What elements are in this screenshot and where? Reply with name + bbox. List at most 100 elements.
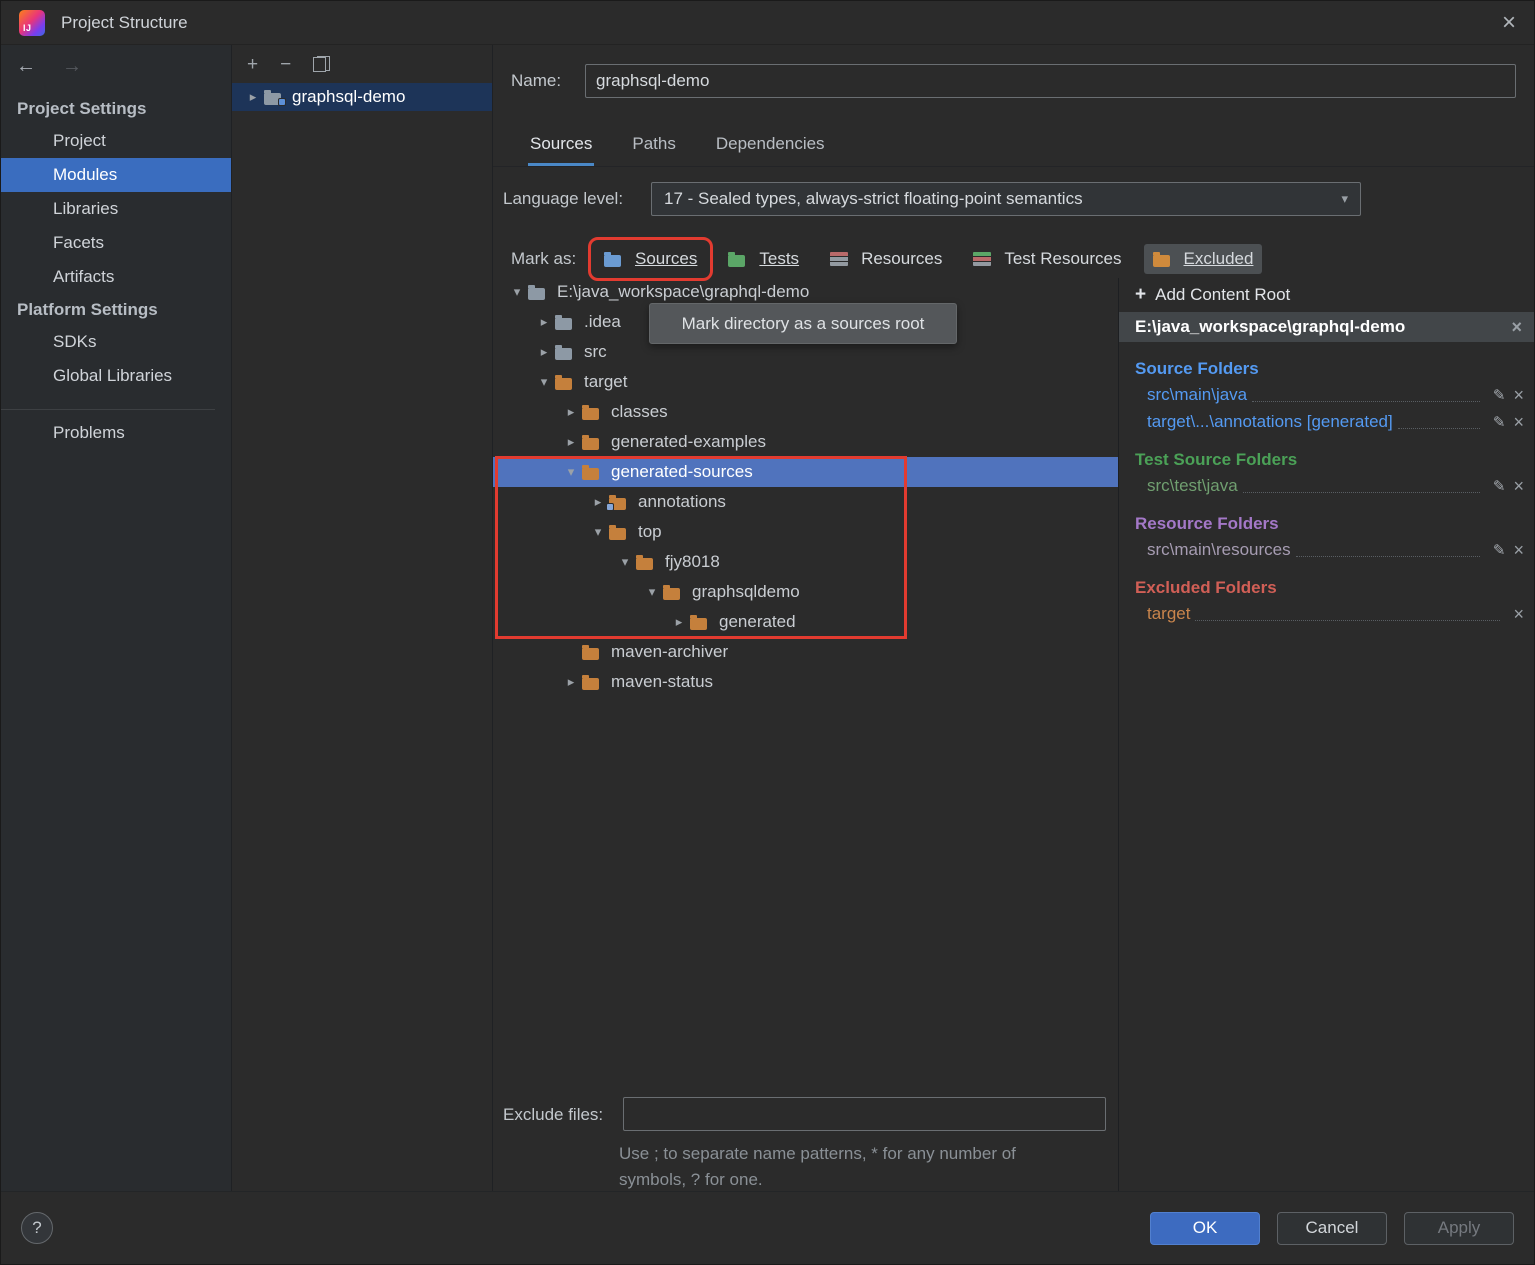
help-label: ? — [32, 1218, 41, 1238]
module-name-row: Name: — [511, 63, 1516, 99]
mark-as-button-label: Resources — [861, 249, 942, 269]
folder-item-target-annotations-generated[interactable]: target\...\annotations [generated]✎× — [1135, 408, 1524, 435]
chevron-right-icon[interactable]: ▸ — [560, 674, 582, 690]
sidebar-item-artifacts[interactable]: Artifacts — [1, 260, 231, 294]
tree-node-generated-examples[interactable]: ▸generated-examples — [493, 427, 1118, 457]
tree-node-maven-archiver[interactable]: maven-archiver — [493, 637, 1118, 667]
mark-as-test-resources-button[interactable]: Test Resources — [964, 244, 1130, 274]
chevron-down-icon[interactable]: ▾ — [533, 374, 555, 390]
tree-node-label: generated-sources — [611, 462, 753, 482]
module-list-item[interactable]: ▸graphsql-demo — [232, 83, 492, 111]
tooltip: Mark directory as a sources root — [649, 303, 957, 344]
sidebar-divider — [1, 409, 215, 410]
add-icon[interactable]: + — [247, 55, 258, 74]
mark-as-button-label: Test Resources — [1004, 249, 1121, 269]
tree-node-fjy8018[interactable]: ▾ fjy8018 — [493, 547, 1118, 577]
dotted-leader — [1195, 620, 1500, 621]
tree-node-annotations[interactable]: ▸annotations — [493, 487, 1118, 517]
help-button[interactable]: ? — [21, 1212, 53, 1244]
chevron-down-icon[interactable]: ▾ — [506, 284, 528, 300]
edit-pencil-icon[interactable]: ✎ — [1493, 386, 1506, 404]
tree-node-label: graphsqldemo — [692, 582, 800, 602]
chevron-down-icon[interactable]: ▾ — [641, 584, 663, 600]
mark-as-sources-button[interactable]: Sources — [595, 244, 706, 274]
folder-normal-icon — [555, 313, 579, 331]
logo-text: IJ — [23, 23, 32, 33]
tree-node-label: annotations — [638, 492, 726, 512]
language-level-select[interactable]: 17 - Sealed types, always-strict floatin… — [651, 182, 1361, 216]
tree-node-generated[interactable]: ▸generated — [493, 607, 1118, 637]
chevron-right-icon[interactable]: ▸ — [242, 89, 264, 105]
remove-folder-icon[interactable]: × — [1513, 541, 1524, 559]
sidebar-item-modules[interactable]: Modules — [1, 158, 231, 192]
dotted-leader — [1398, 428, 1480, 429]
project-structure-dialog: IJ Project Structure × ← → Project Setti… — [0, 0, 1535, 1265]
add-content-root-button[interactable]: + Add Content Root — [1119, 278, 1534, 312]
chevron-down-icon[interactable]: ▾ — [560, 464, 582, 480]
tree-node-top[interactable]: ▾ top — [493, 517, 1118, 547]
mark-as-excluded-button[interactable]: Excluded — [1144, 244, 1263, 274]
sidebar-header-project-settings: Project Settings — [1, 93, 231, 124]
back-arrow-icon[interactable]: ← — [16, 55, 36, 78]
folder-item-label: src\test\java — [1147, 476, 1238, 496]
remove-folder-icon[interactable]: × — [1513, 477, 1524, 495]
remove-folder-icon[interactable]: × — [1513, 386, 1524, 404]
tab-paths[interactable]: Paths — [630, 125, 677, 166]
remove-folder-icon[interactable]: × — [1513, 605, 1524, 623]
folder-annotations-icon — [609, 493, 633, 511]
tree-node-maven-status[interactable]: ▸ maven-status — [493, 667, 1118, 697]
edit-pencil-icon[interactable]: ✎ — [1493, 541, 1506, 559]
edit-pencil-icon[interactable]: ✎ — [1493, 413, 1506, 431]
apply-button[interactable]: Apply — [1404, 1212, 1514, 1245]
intellij-logo-icon: IJ — [19, 10, 45, 36]
edit-pencil-icon[interactable]: ✎ — [1493, 477, 1506, 495]
tree-node-label: top — [638, 522, 662, 542]
cancel-button[interactable]: Cancel — [1277, 1212, 1387, 1245]
dotted-leader — [1243, 492, 1480, 493]
module-list-panel: + − ▸graphsql-demo — [231, 45, 493, 1191]
chevron-right-icon[interactable]: ▸ — [533, 344, 555, 360]
exclude-files-input[interactable] — [623, 1097, 1106, 1131]
remove-content-root-icon[interactable]: × — [1511, 318, 1522, 336]
mark-as-button-label: Excluded — [1184, 249, 1254, 269]
chevron-right-icon[interactable]: ▸ — [668, 614, 690, 630]
chevron-down-icon[interactable]: ▾ — [587, 524, 609, 540]
module-name-input[interactable] — [585, 64, 1516, 98]
tree-node-graphsqldemo[interactable]: ▾ graphsqldemo — [493, 577, 1118, 607]
sidebar-item-libraries[interactable]: Libraries — [1, 192, 231, 226]
sidebar-item-facets[interactable]: Facets — [1, 226, 231, 260]
content-root-row[interactable]: E:\java_workspace\graphql-demo × — [1119, 312, 1534, 342]
ok-button[interactable]: OK — [1150, 1212, 1260, 1245]
close-icon[interactable]: × — [1502, 11, 1516, 35]
dialog-footer: ? OK Cancel Apply — [1, 1191, 1534, 1264]
sidebar-item-problems[interactable]: Problems — [1, 416, 231, 450]
copy-icon[interactable] — [313, 56, 330, 72]
tree-node-label: maven-status — [611, 672, 713, 692]
tree-node-generated-sources[interactable]: ▾ generated-sources — [493, 457, 1118, 487]
folder-item-src-main-resources[interactable]: src\main\resources✎× — [1135, 536, 1524, 563]
folder-item-label: src\main\java — [1147, 385, 1247, 405]
remove-folder-icon[interactable]: × — [1513, 413, 1524, 431]
tree-node-classes[interactable]: ▸classes — [493, 397, 1118, 427]
tree-node-target[interactable]: ▾target — [493, 367, 1118, 397]
chevron-down-icon[interactable]: ▾ — [614, 554, 636, 570]
tab-sources[interactable]: Sources — [528, 125, 594, 166]
content-roots-panel: + Add Content Root E:\java_workspace\gra… — [1118, 278, 1534, 1191]
remove-icon[interactable]: − — [280, 55, 291, 74]
add-content-root-label: Add Content Root — [1155, 285, 1290, 305]
sidebar-sections: Project SettingsProjectModulesLibrariesF… — [1, 87, 231, 450]
mark-as-resources-button[interactable]: Resources — [821, 244, 951, 274]
mark-as-tests-button[interactable]: Tests — [719, 244, 808, 274]
tree-node-label: fjy8018 — [665, 552, 720, 572]
folder-excluded-icon — [555, 373, 579, 391]
folder-item-target[interactable]: target× — [1135, 600, 1524, 627]
sidebar-item-sdks[interactable]: SDKs — [1, 325, 231, 359]
sidebar-item-global-libraries[interactable]: Global Libraries — [1, 359, 231, 393]
chevron-right-icon[interactable]: ▸ — [560, 404, 582, 420]
folder-item-src-test-java[interactable]: src\test\java ✎ × — [1135, 472, 1524, 499]
chevron-right-icon[interactable]: ▸ — [560, 434, 582, 450]
tab-dependencies[interactable]: Dependencies — [714, 125, 827, 166]
chevron-right-icon[interactable]: ▸ — [533, 314, 555, 330]
folder-item-src-main-java[interactable]: src\main\java ✎ × — [1135, 381, 1524, 408]
sidebar-item-project[interactable]: Project — [1, 124, 231, 158]
